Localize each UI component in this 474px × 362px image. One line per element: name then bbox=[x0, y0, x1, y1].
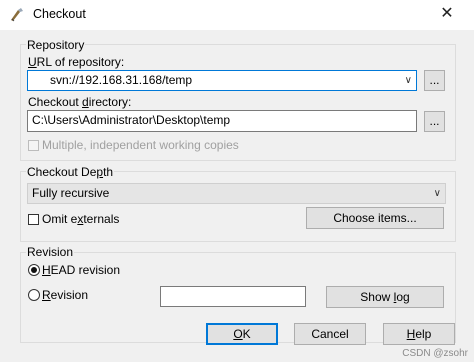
checkout-directory-input[interactable]: C:\Users\Administrator\Desktop\temp bbox=[27, 110, 417, 132]
url-browse-button[interactable]: ... bbox=[424, 70, 445, 91]
url-label-text: RL of repository: bbox=[36, 55, 125, 69]
title-bar: Checkout ✕ bbox=[0, 0, 474, 30]
revision-number-input[interactable] bbox=[160, 286, 306, 307]
chevron-down-icon[interactable]: ∨ bbox=[434, 184, 441, 203]
watermark-text: CSDN @zsohr bbox=[402, 348, 468, 359]
choose-items-button[interactable]: Choose items... bbox=[306, 207, 444, 229]
revision-group-label: Revision bbox=[26, 245, 75, 259]
dialog-client-area: Repository URL of repository: svn://192.… bbox=[0, 30, 474, 362]
ok-button[interactable]: OK bbox=[206, 323, 278, 345]
close-icon[interactable]: ✕ bbox=[436, 4, 458, 24]
omit-externals-label: Omit externals bbox=[42, 212, 120, 226]
url-label: URL of repository: bbox=[28, 55, 125, 69]
revision-radio[interactable] bbox=[28, 289, 40, 301]
multiple-working-copies-checkbox[interactable] bbox=[28, 140, 39, 151]
directory-browse-button[interactable]: ... bbox=[424, 111, 445, 132]
head-revision-label: HEAD revision bbox=[42, 263, 121, 277]
show-log-button[interactable]: Show log bbox=[326, 286, 444, 308]
url-combobox[interactable]: svn://192.168.31.168/temp ∨ bbox=[27, 70, 417, 91]
omit-externals-checkbox[interactable] bbox=[28, 214, 39, 225]
tortoisesvn-icon bbox=[11, 8, 23, 22]
depth-dropdown[interactable]: Fully recursive ∨ bbox=[27, 183, 446, 204]
repository-group-label: Repository bbox=[26, 38, 86, 52]
chevron-down-icon[interactable]: ∨ bbox=[405, 71, 412, 90]
multiple-working-copies-label: Multiple, independent working copies bbox=[42, 138, 239, 152]
head-revision-radio[interactable] bbox=[28, 264, 40, 276]
depth-selected-value: Fully recursive bbox=[32, 186, 110, 200]
revision-label: Revision bbox=[42, 288, 89, 302]
cancel-button[interactable]: Cancel bbox=[294, 323, 366, 345]
checkout-directory-label: Checkout directory: bbox=[28, 95, 132, 109]
checkout-depth-group-label: Checkout Depth bbox=[26, 165, 115, 179]
radio-selected-dot bbox=[31, 267, 37, 273]
url-value: svn://192.168.31.168/temp bbox=[50, 73, 193, 87]
checkout-directory-value: C:\Users\Administrator\Desktop\temp bbox=[32, 113, 231, 127]
help-button[interactable]: Help bbox=[383, 323, 455, 345]
window-title: Checkout bbox=[33, 7, 86, 21]
